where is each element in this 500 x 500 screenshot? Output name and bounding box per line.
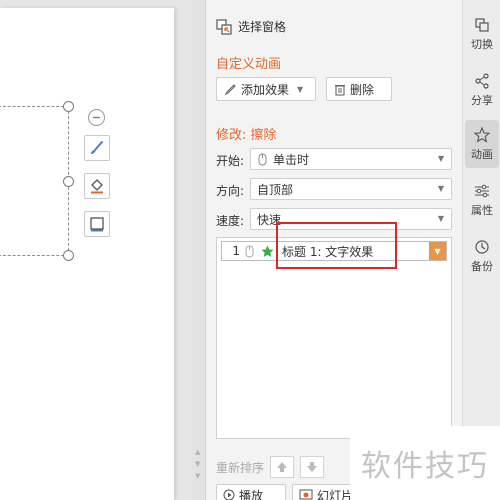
start-label: 开始:	[216, 154, 245, 168]
scroll-down-arrow-icon[interactable]: ▼	[195, 472, 200, 480]
style-tool-button[interactable]	[84, 135, 110, 161]
chevron-down-icon: ▼	[437, 214, 444, 223]
brush-icon	[91, 141, 103, 154]
add-effect-button[interactable]: 添加效果 ▼	[216, 77, 316, 101]
star-icon	[474, 126, 490, 143]
chevron-down-icon: ▼	[437, 184, 444, 193]
trash-icon	[335, 84, 345, 96]
watermark: 软件技巧	[350, 426, 500, 500]
sidebar-item-label: 切换	[471, 37, 493, 51]
sidebar-item-share[interactable]: 分享	[465, 66, 499, 114]
custom-animation-title: 自定义动画	[216, 57, 282, 72]
scroll-down-arrow-icon[interactable]: ▼	[195, 460, 200, 468]
modify-effect-title: 修改: 擦除	[216, 128, 277, 143]
sliders-icon	[475, 184, 489, 197]
start-value: 单击时	[273, 152, 310, 167]
play-label: 播放	[239, 488, 264, 500]
chevron-down-icon: ▼	[437, 154, 444, 163]
resize-handle-middle-right[interactable]	[63, 176, 74, 187]
pen-icon	[224, 83, 236, 95]
minus-icon	[93, 116, 100, 119]
history-icon	[475, 239, 489, 254]
reorder-controls: 重新排序	[216, 456, 325, 478]
slideshow-icon	[299, 489, 313, 500]
arrow-down-icon	[307, 462, 318, 472]
resize-handle-top-right[interactable]	[63, 101, 74, 112]
slide-canvas-area	[0, 0, 192, 500]
selected-textbox[interactable]	[0, 106, 69, 256]
sidebar-item-label: 动画	[471, 147, 493, 161]
sidebar-item-backup[interactable]: 备份	[465, 232, 499, 280]
add-effect-label: 添加效果	[241, 82, 290, 97]
sidebar-item-label: 备份	[471, 259, 493, 273]
direction-select[interactable]: 自顶部 ▼	[250, 178, 452, 200]
speed-label: 速度:	[216, 214, 245, 228]
delete-label: 删除	[350, 82, 375, 97]
collapse-toolbar-button[interactable]	[88, 109, 105, 126]
sidebar-item-animation[interactable]: 动画	[465, 120, 499, 168]
star-icon	[261, 245, 274, 257]
selection-pane-icon	[216, 18, 232, 35]
play-icon	[223, 489, 235, 500]
delete-button[interactable]: 删除	[326, 77, 392, 101]
paint-bucket-icon	[91, 179, 103, 194]
slide-page[interactable]	[0, 8, 174, 500]
mouse-click-icon	[258, 153, 267, 165]
reorder-label: 重新排序	[216, 460, 265, 475]
move-down-button[interactable]	[300, 456, 325, 478]
move-up-button[interactable]	[270, 456, 295, 478]
outline-icon	[90, 217, 104, 232]
resize-handle-bottom-right[interactable]	[63, 250, 74, 261]
selection-pane-label: 选择窗格	[238, 20, 287, 34]
slideshow-label: 幻灯片	[317, 488, 354, 500]
direction-value: 自顶部	[257, 182, 294, 197]
list-item-index: 1	[232, 244, 240, 258]
start-select[interactable]: 单击时 ▼	[250, 148, 452, 170]
selection-pane-link[interactable]: 选择窗格	[216, 18, 286, 35]
sidebar-item-label: 属性	[471, 203, 493, 217]
mouse-click-icon	[245, 245, 254, 257]
scroll-up-arrow-icon[interactable]: ▲	[195, 448, 200, 456]
sidebar-item-label: 分享	[471, 93, 493, 107]
direction-label: 方向:	[216, 184, 245, 198]
sidebar-item-switch[interactable]: 切换	[465, 10, 499, 58]
highlight-box	[276, 222, 397, 269]
fill-tool-button[interactable]	[84, 173, 110, 199]
chevron-down-icon: ▼	[297, 84, 304, 94]
right-sidebar: 切换 分享 动画 属性 备份	[462, 0, 500, 500]
share-icon	[475, 72, 489, 89]
custom-animation-pane: 选择窗格 自定义动画 添加效果 ▼ 删除 修改: 擦除 开始: 单击时 ▼ 方向…	[206, 0, 462, 500]
pane-splitter[interactable]: ▲ ▼ ▼	[192, 0, 206, 500]
play-button[interactable]: 播放	[216, 484, 286, 500]
arrow-up-icon	[277, 462, 288, 472]
list-item-dropdown-button[interactable]: ▼	[429, 242, 446, 260]
sidebar-item-properties[interactable]: 属性	[465, 176, 499, 224]
switch-icon	[475, 17, 489, 32]
outline-tool-button[interactable]	[84, 211, 110, 237]
